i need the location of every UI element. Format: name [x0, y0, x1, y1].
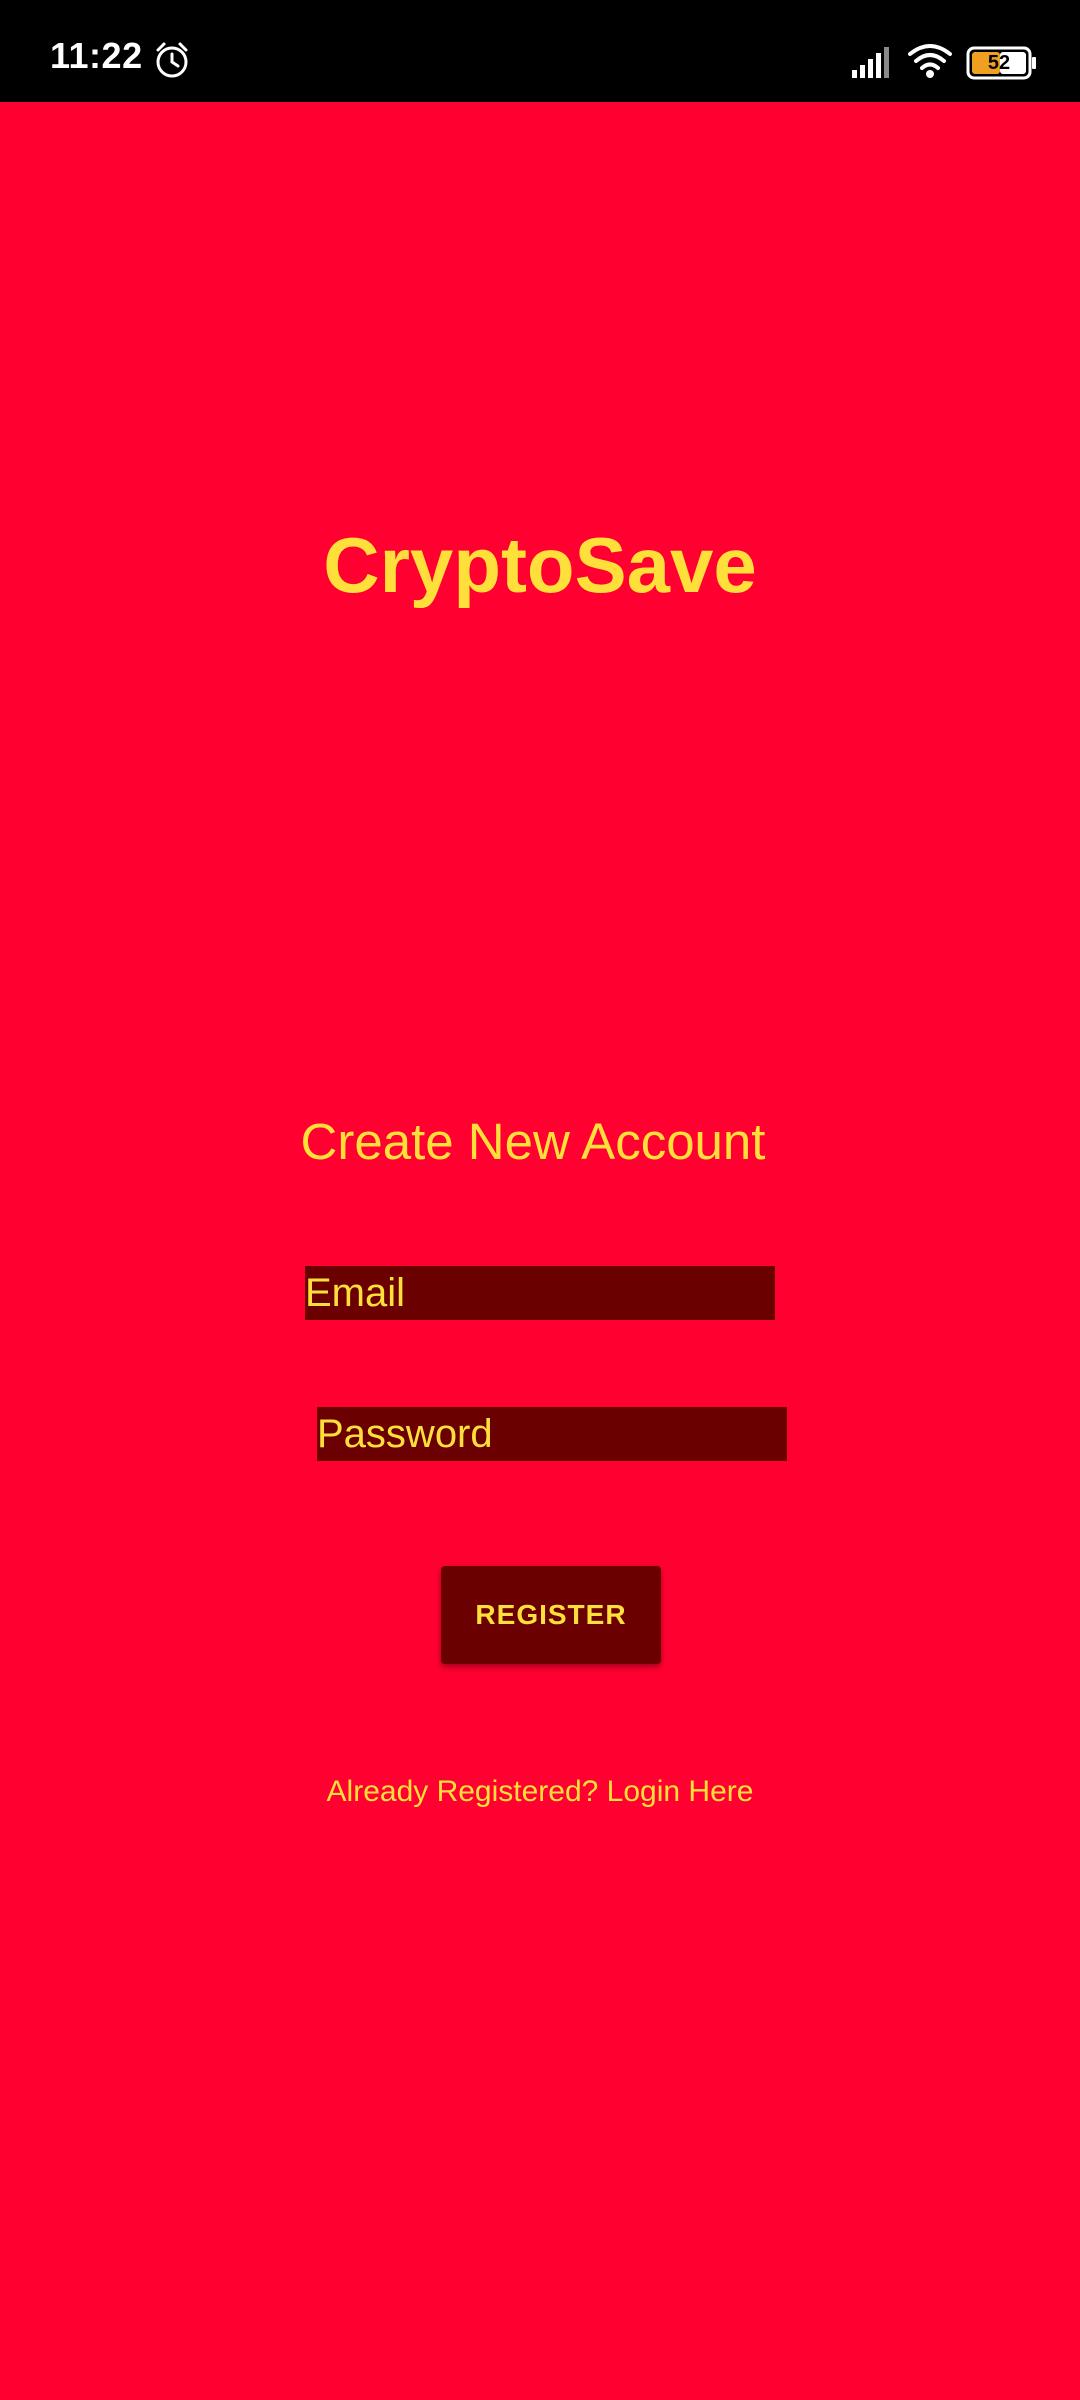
email-field[interactable]: Email [305, 1266, 775, 1320]
status-bar: 11:22 52 [0, 0, 1080, 102]
signal-icon [852, 47, 889, 78]
password-field[interactable]: Password [317, 1407, 787, 1461]
alarm-icon [156, 42, 188, 78]
battery-level: 52 [987, 52, 1011, 74]
app-title: CryptoSave [323, 521, 757, 609]
wifi-icon [908, 44, 952, 78]
form-heading: Create New Account [300, 1113, 766, 1170]
status-time: 11:22 [50, 35, 143, 76]
register-button[interactable]: REGISTER [441, 1566, 661, 1664]
login-link[interactable]: Already Registered? Login Here [0, 1772, 1080, 1812]
